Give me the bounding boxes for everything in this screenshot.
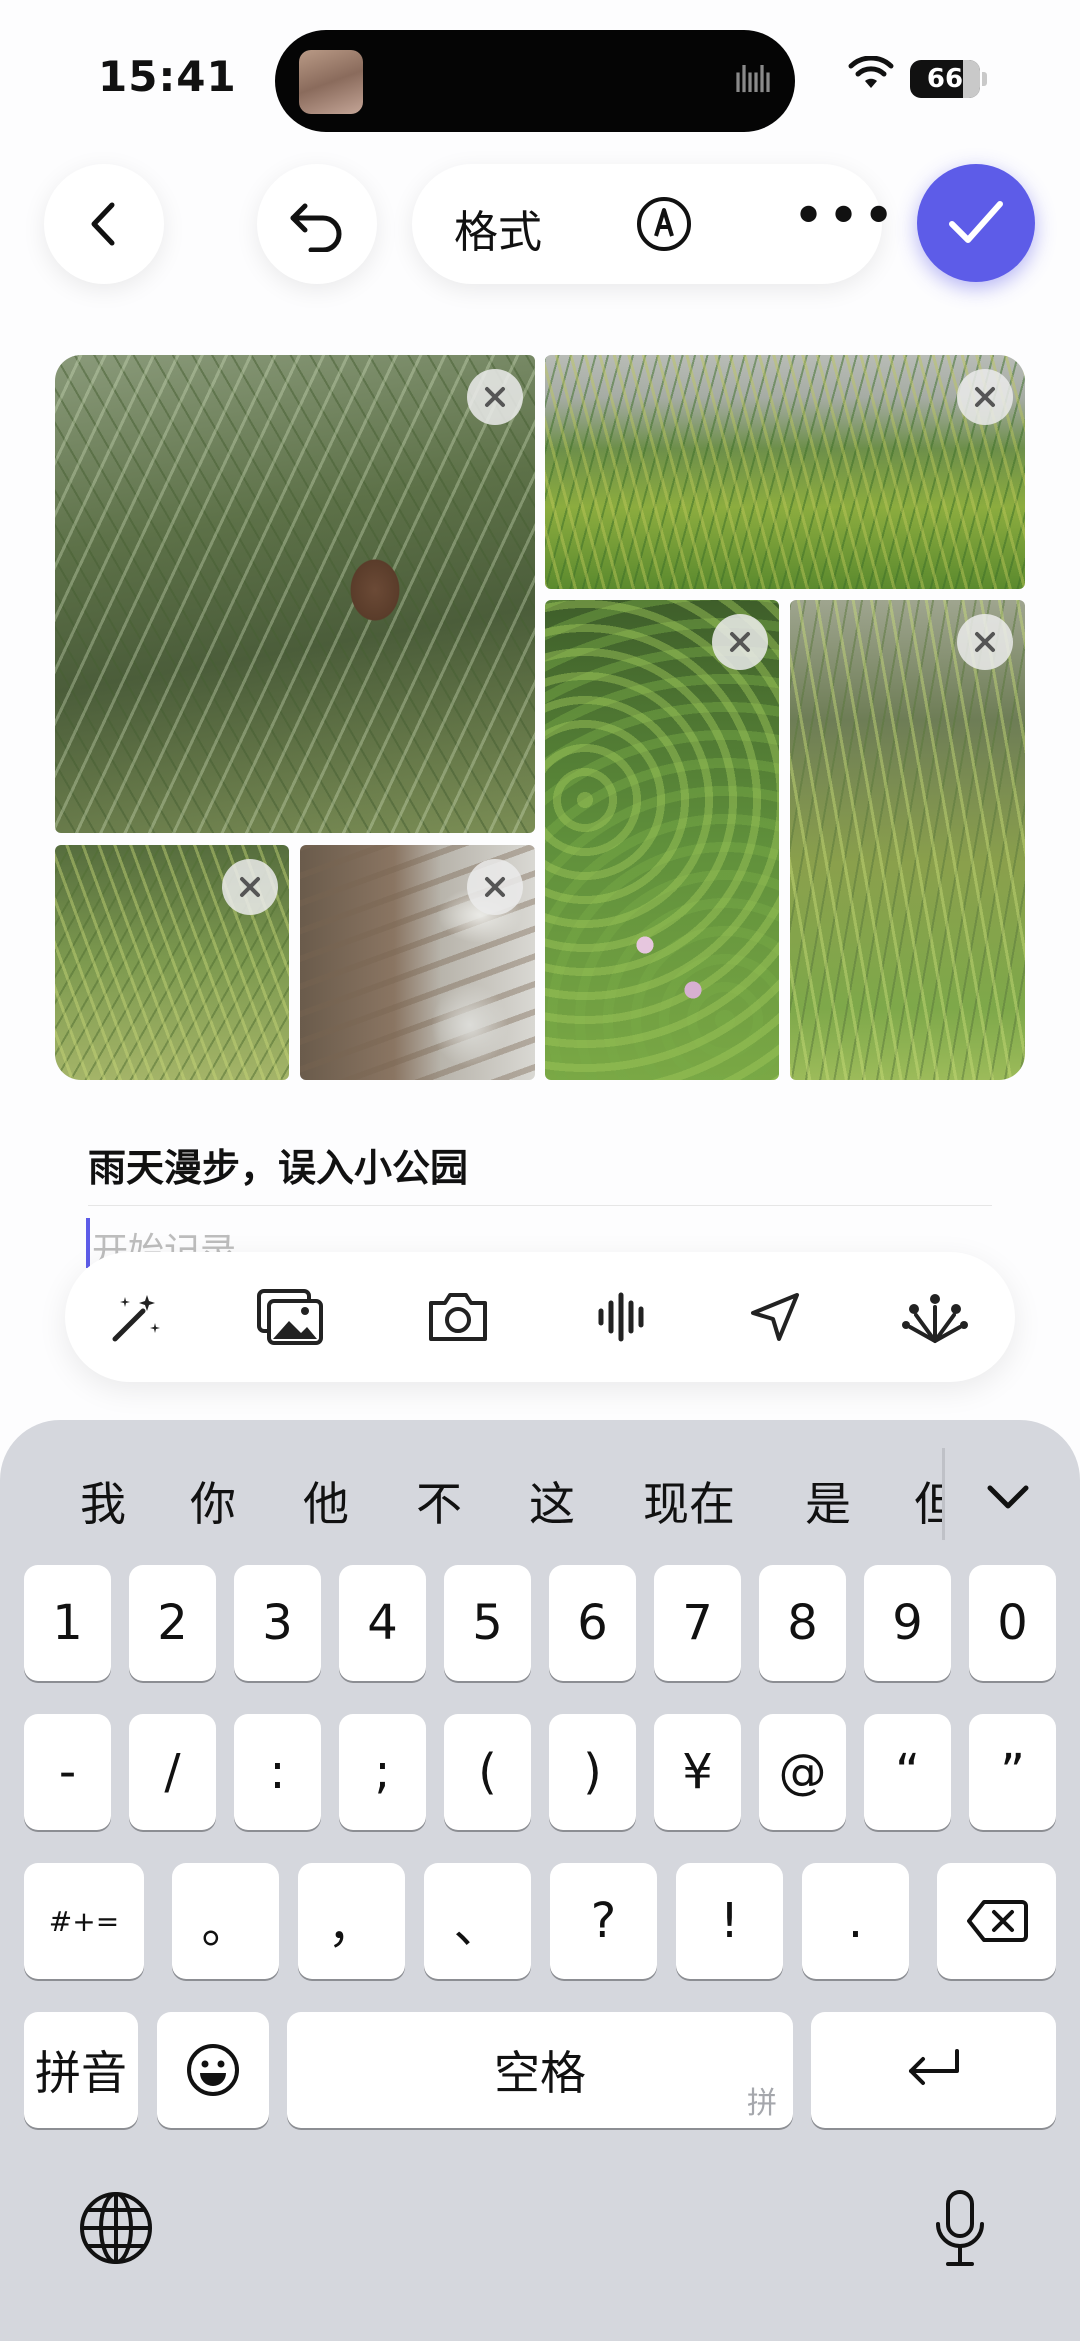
key-slash[interactable]: / [129,1714,216,1830]
text-cursor [86,1218,90,1268]
close-icon [240,877,260,897]
key-colon[interactable]: : [234,1714,321,1830]
photo-gallery-icon[interactable] [255,1287,325,1347]
format-button[interactable]: 格式 [454,196,542,260]
keyboard: 我 你 他 不 这 现在 是 但 1 2 3 4 5 6 7 8 9 0 - /… [0,1420,1080,2341]
back-button[interactable] [44,164,164,284]
remove-photo-button[interactable] [957,614,1013,670]
undo-icon [290,203,342,252]
close-icon [975,387,995,407]
return-icon [908,2049,959,2085]
candidate-word[interactable]: 他 [303,1468,349,1534]
space-key-hint: 拼 [747,2086,777,2121]
candidate-word[interactable]: 这 [529,1468,575,1534]
candidate-word[interactable]: 你 [190,1468,236,1534]
key-close-quote[interactable]: ” [969,1714,1056,1830]
symbols-key[interactable]: #+= [24,1863,144,1979]
microphone-icon[interactable] [930,2188,990,2270]
status-time: 15:41 [98,52,237,101]
dynamic-island[interactable]: ılıılı [275,30,795,132]
close-icon [730,632,750,652]
candidate-word[interactable]: 但 [914,1468,942,1534]
toolbar-pill: 格式 ••• [412,164,895,284]
done-button[interactable] [917,164,1035,282]
key-period-cn[interactable]: 。 [172,1863,279,1979]
audio-waveform-icon: ılıılı [732,60,773,101]
key-0[interactable]: 0 [969,1565,1056,1681]
key-9[interactable]: 9 [864,1565,951,1681]
candidate-word[interactable]: 现在 [643,1468,735,1534]
key-enum-comma[interactable]: 、 [424,1863,531,1979]
battery-cap [982,72,987,86]
key-hyphen[interactable]: - [24,1714,111,1830]
key-3[interactable]: 3 [234,1565,321,1681]
key-exclamation[interactable]: ! [676,1863,783,1979]
globe-icon[interactable] [76,2188,156,2268]
photo-pine-branch[interactable] [55,355,535,833]
camera-icon[interactable] [425,1287,491,1347]
key-period[interactable]: . [802,1863,909,1979]
photo-waterfall[interactable] [300,845,535,1080]
location-arrow-icon[interactable] [745,1287,805,1347]
key-open-quote[interactable]: “ [864,1714,951,1830]
chevron-down-icon[interactable] [980,1468,1036,1524]
close-icon [485,387,505,407]
key-question[interactable]: ? [550,1863,657,1979]
key-6[interactable]: 6 [549,1565,636,1681]
note-title[interactable]: 雨天漫步，误入小公园 [88,1137,468,1192]
candidate-word[interactable]: 我 [80,1468,126,1534]
key-comma-cn[interactable]: ， [298,1863,405,1979]
remove-photo-button[interactable] [712,614,768,670]
close-icon [975,632,995,652]
markup-pen-icon[interactable] [636,196,692,252]
emoji-key[interactable] [157,2012,269,2128]
waveform-icon[interactable] [593,1287,653,1347]
remove-photo-button[interactable] [957,369,1013,425]
divider [88,1205,992,1206]
insert-toolbar [65,1252,1015,1382]
checkmark-icon [949,201,1003,243]
remove-photo-button[interactable] [222,859,278,915]
candidate-separator [942,1448,945,1540]
photo-flowering-shrub[interactable] [545,600,779,1080]
key-7[interactable]: 7 [654,1565,741,1681]
emoji-icon [187,2044,239,2096]
remove-photo-button[interactable] [467,859,523,915]
key-yen[interactable]: ¥ [654,1714,741,1830]
more-button[interactable]: ••• [792,184,897,249]
key-1[interactable]: 1 [24,1565,111,1681]
now-playing-thumbnail [299,50,363,114]
key-8[interactable]: 8 [759,1565,846,1681]
key-at[interactable]: @ [759,1714,846,1830]
chevron-left-icon [91,202,115,246]
candidate-word[interactable]: 不 [416,1468,462,1534]
key-close-paren[interactable]: ) [549,1714,636,1830]
close-icon [485,877,505,897]
battery-level: 66 [926,64,964,94]
key-2[interactable]: 2 [129,1565,216,1681]
key-5[interactable]: 5 [444,1565,531,1681]
return-key[interactable] [811,2012,1056,2128]
delete-key[interactable] [937,1863,1056,1979]
key-open-paren[interactable]: ( [444,1714,531,1830]
remove-photo-button[interactable] [467,369,523,425]
photo-pine-tree[interactable] [790,600,1025,1080]
key-semicolon[interactable]: ; [339,1714,426,1830]
undo-button[interactable] [257,164,377,284]
space-key-label: 空格 [494,2046,586,2100]
space-key[interactable]: 空格 拼 [287,2012,793,2128]
pinyin-key[interactable]: 拼音 [24,2012,138,2128]
backspace-icon [966,1900,1028,1942]
photo-grass-fog[interactable] [545,355,1025,589]
battery-indicator: 66 [910,60,980,98]
wifi-icon [848,56,894,88]
key-4[interactable]: 4 [339,1565,426,1681]
candidate-word[interactable]: 是 [805,1468,851,1534]
sparkle-burst-icon[interactable] [900,1287,970,1347]
photo-young-pine[interactable] [55,845,289,1080]
magic-wand-icon[interactable] [105,1287,165,1347]
